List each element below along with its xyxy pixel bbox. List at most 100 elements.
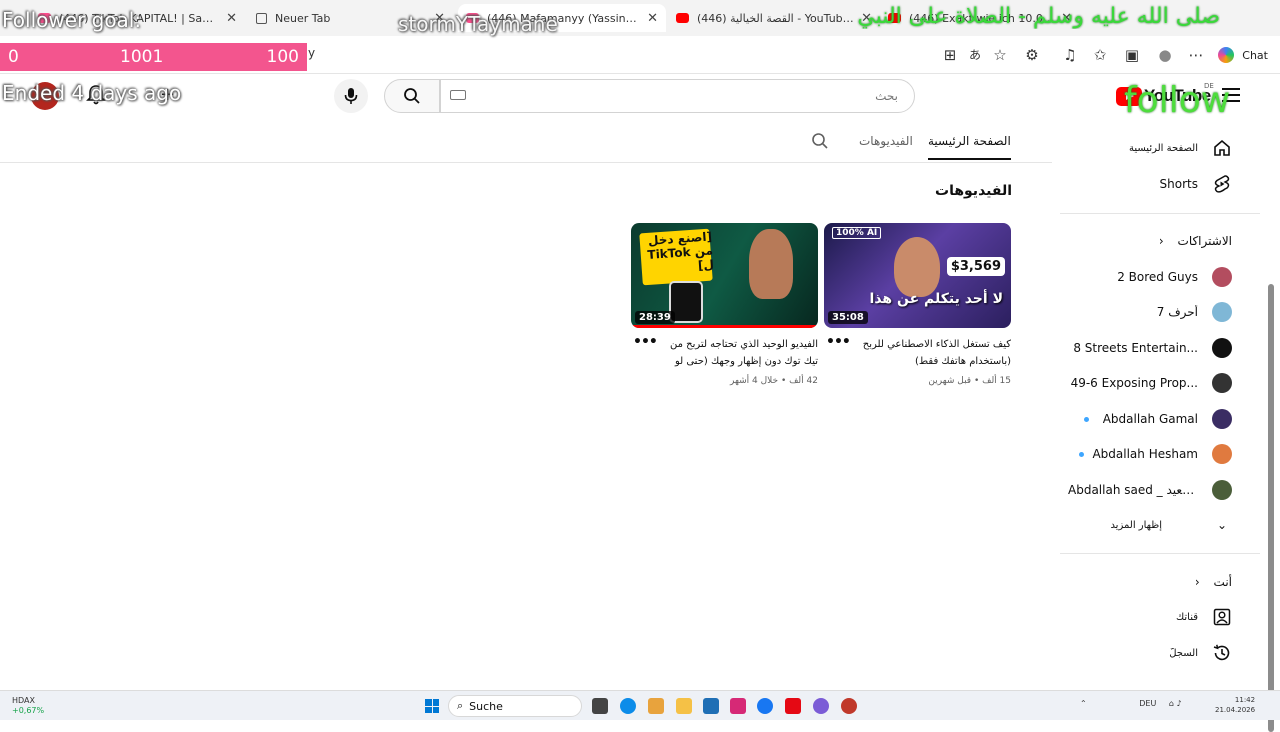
more-actions-icon[interactable]: •••: [826, 334, 851, 350]
media-icon[interactable]: ♫: [1060, 45, 1080, 65]
clock[interactable]: 11:42 21.04.2026: [1215, 695, 1255, 715]
sidebar-subscription[interactable]: Abdallah Hesham: [1060, 437, 1250, 471]
new-content-dot: [1083, 416, 1089, 422]
video-title[interactable]: كيف تستغل الذكاء الاصطناعي للربح (باستخد…: [824, 336, 1011, 370]
more-actions-icon[interactable]: •••: [633, 334, 658, 350]
subscriptions-header[interactable]: الاشتراكات ‹: [1060, 234, 1250, 248]
sidebar-item-label: الصفحة الرئيسية: [1129, 142, 1198, 154]
sidebar-item-shorts[interactable]: Shorts: [1060, 167, 1250, 201]
sidebar-item-history[interactable]: السجلّ: [1060, 636, 1250, 670]
page-icon: [256, 12, 267, 24]
channel-name: 2 Bored Guys: [1117, 270, 1198, 284]
profile-icon[interactable]: ●: [1155, 45, 1175, 65]
read-aloud-icon[interactable]: あ: [965, 45, 985, 65]
sidebar-subscription[interactable]: Abdallah Gamal: [1060, 402, 1250, 436]
streamer-name-overlay: stormYTaymane: [398, 12, 558, 36]
section-title: الفيديوهات: [935, 183, 1012, 199]
favorite-star-icon[interactable]: ☆: [990, 45, 1010, 65]
page-scrollbar[interactable]: [1266, 74, 1276, 732]
sidebar-subscription[interactable]: 49-6 Exposing Prop...: [1060, 366, 1250, 400]
channel-tab-bar: الفيديوهات الصفحة الرئيسية: [0, 118, 1052, 163]
microphone-icon: [344, 88, 358, 104]
search-button[interactable]: [384, 79, 440, 113]
follow-overlay: follow: [1124, 80, 1231, 121]
sidebar-show-more[interactable]: إظهار المزيد ⌄: [1060, 508, 1250, 542]
sidebar-subscription[interactable]: 8 Streets Entertain...: [1060, 331, 1250, 365]
video-card[interactable]: 100% AI $3,569 لا أحد يتكلم عن هذا 35:08…: [824, 223, 1011, 386]
channel-name: Abdallah Gamal: [1102, 412, 1198, 426]
home-icon: [1212, 138, 1232, 158]
facebook-icon[interactable]: [757, 698, 773, 714]
goal-current: 1001: [120, 47, 164, 67]
network-icon[interactable]: ⌂: [1169, 699, 1174, 708]
app-icon[interactable]: [841, 698, 857, 714]
windows-start-icon[interactable]: [425, 699, 439, 713]
search-input[interactable]: [441, 80, 914, 112]
apps-icon[interactable]: ⊞: [940, 45, 960, 65]
channel-avatar: [1212, 338, 1232, 358]
tab-videos[interactable]: الفيديوهات: [859, 134, 913, 148]
close-icon[interactable]: ✕: [226, 11, 237, 26]
follower-goal-label: Follower goal:: [2, 8, 142, 32]
stock-name: HDAX: [12, 696, 35, 705]
video-title[interactable]: الفيديو الوحيد الذي تحتاجه لتربح من تيك …: [631, 336, 818, 370]
search-box[interactable]: [440, 79, 915, 113]
channel-avatar: [1212, 444, 1232, 464]
chevron-right-icon: ‹: [1158, 234, 1164, 248]
keyboard-icon[interactable]: [450, 90, 466, 100]
channel-search-icon[interactable]: [811, 132, 829, 154]
goal-ended-label: Ended 4 days ago: [2, 81, 182, 105]
instagram-icon[interactable]: [730, 698, 746, 714]
chevron-up-icon[interactable]: ⌃: [1080, 699, 1087, 708]
file-explorer-icon[interactable]: [676, 698, 692, 714]
youtube-header: YouTube DE: [0, 74, 1280, 118]
sidebar-item-your-channel[interactable]: قناتك: [1060, 600, 1250, 634]
video-stats: 42 ألف • خلال 4 أشهر: [729, 376, 818, 386]
copilot-icon: [1218, 47, 1235, 63]
arabic-banner-overlay: صلى الله عليه وسلم - الصلاة على النبي: [857, 4, 1220, 29]
more-options-icon[interactable]: ⋯: [1186, 45, 1206, 65]
extensions-icon[interactable]: ⚙: [1022, 45, 1042, 65]
stock-change: +0,67%: [12, 706, 45, 715]
language-indicator[interactable]: DEU: [1139, 699, 1156, 708]
sidebar-subscription[interactable]: 2 Bored Guys: [1060, 260, 1250, 294]
task-view-icon[interactable]: [592, 698, 608, 714]
taskbar-search-label: Suche: [469, 699, 503, 713]
copilot-app-icon[interactable]: [648, 698, 664, 714]
video-thumbnail[interactable]: 100% AI $3,569 لا أحد يتكلم عن هذا 35:08: [824, 223, 1011, 328]
tab-home[interactable]: الصفحة الرئيسية: [928, 134, 1011, 160]
thumb-earnings: $3,569: [946, 257, 1005, 276]
copilot-chat-button[interactable]: Chat: [1218, 44, 1268, 66]
scrollbar-thumb[interactable]: [1268, 284, 1274, 732]
volume-icon[interactable]: ♪: [1177, 699, 1182, 708]
edge-icon[interactable]: [620, 698, 636, 714]
stock-widget[interactable]: HDAX +0,67%: [12, 696, 44, 716]
person-image: [894, 237, 940, 297]
search-icon: [404, 88, 420, 104]
channel-name: Abdallah Hesham: [1092, 447, 1198, 461]
channel-name: 7 أحرف: [1156, 305, 1198, 319]
new-content-dot: [1079, 451, 1085, 457]
messenger-icon[interactable]: [813, 698, 829, 714]
system-tray[interactable]: ⌃ DEU ⌂ ♪: [1080, 699, 1182, 708]
favorites-icon[interactable]: ✩: [1090, 45, 1110, 65]
video-thumbnail[interactable]: [اصنع دخل من TikTok ل] 28:39: [631, 223, 818, 328]
collections-icon[interactable]: ▣: [1122, 45, 1142, 65]
video-card[interactable]: [اصنع دخل من TikTok ل] 28:39 الفيديو الو…: [631, 223, 818, 386]
you-header[interactable]: أنت ‹: [1060, 575, 1250, 589]
video-stats: 15 ألف • قبل شهرين: [928, 376, 1011, 386]
address-bar-fragment[interactable]: y: [308, 46, 315, 60]
sidebar-subscription[interactable]: 7 أحرف: [1060, 295, 1250, 329]
windows-taskbar: HDAX +0,67% ⌕ Suche ⌃ DEU ⌂ ♪ 11:42 21.0…: [0, 690, 1280, 720]
store-icon[interactable]: [703, 698, 719, 714]
sidebar-item-label: السجلّ: [1169, 647, 1198, 659]
sidebar-item-label: Shorts: [1159, 177, 1198, 191]
sidebar-divider: [1060, 553, 1260, 554]
taskbar-search[interactable]: ⌕ Suche: [448, 695, 582, 717]
netflix-icon[interactable]: [785, 698, 801, 714]
voice-search-button[interactable]: [334, 79, 368, 113]
sidebar-subscription[interactable]: Abdallah saed _ سعيد...: [1060, 473, 1250, 507]
sidebar-item-home[interactable]: الصفحة الرئيسية: [1060, 131, 1250, 165]
close-icon[interactable]: ✕: [647, 11, 658, 26]
chevron-right-icon: ‹: [1194, 575, 1200, 589]
